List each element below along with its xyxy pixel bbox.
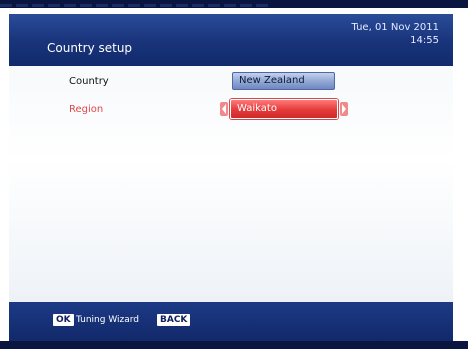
tv-screen: Country setup Tue, 01 Nov 2011 14:55 Cou…	[0, 0, 468, 349]
page-title: Country setup	[47, 41, 133, 55]
region-label: Region	[69, 104, 104, 115]
arrow-left-icon[interactable]	[220, 102, 228, 116]
tuning-wizard-label: Tuning Wizard	[76, 315, 140, 325]
region-selector[interactable]: Waikato	[220, 99, 348, 119]
header-bar: Country setup Tue, 01 Nov 2011 14:55	[9, 14, 453, 66]
arrow-right-icon[interactable]	[340, 102, 348, 116]
country-label: Country	[69, 76, 109, 87]
top-strip	[0, 0, 468, 8]
time-display: 14:55	[410, 35, 439, 46]
bottom-strip	[0, 341, 468, 349]
country-selector[interactable]: New Zealand	[232, 72, 335, 90]
date-display: Tue, 01 Nov 2011	[351, 22, 440, 33]
top-marks	[0, 4, 270, 7]
footer-bar: OK Tuning Wizard BACK	[9, 302, 453, 341]
ok-key-button[interactable]: OK	[53, 314, 74, 326]
back-key-button[interactable]: BACK	[157, 314, 191, 326]
region-value[interactable]: Waikato	[230, 99, 338, 119]
